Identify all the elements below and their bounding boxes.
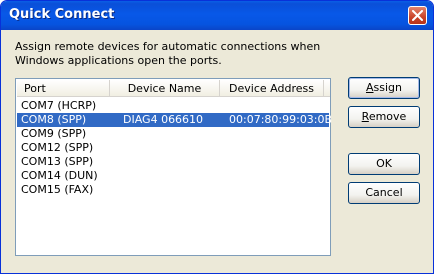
port-cell: COM8 (SPP) <box>21 113 87 126</box>
port-row[interactable]: COM13 (SPP) <box>17 155 329 169</box>
close-icon <box>412 10 423 21</box>
port-cell: COM7 (HCRP) <box>21 99 97 112</box>
title-bar[interactable]: Quick Connect <box>1 1 433 30</box>
column-header-device-name[interactable]: Device Name <box>110 80 220 97</box>
remove-accelerator: R <box>361 110 369 123</box>
port-cell: COM13 (SPP) <box>21 155 94 168</box>
column-header-port[interactable]: Port <box>17 80 110 97</box>
port-list-rows: COM7 (HCRP) COM8 (SPP) DIAG4 066610 00:07:8… <box>17 99 333 197</box>
assign-accelerator: A <box>365 81 374 94</box>
remove-label: emove <box>368 110 407 123</box>
port-cell: COM15 (FAX) <box>21 183 94 196</box>
port-cell: COM14 (DUN) <box>21 169 98 182</box>
port-row[interactable]: COM8 (SPP) DIAG4 066610 00:07:80:99:03:0B <box>17 113 333 127</box>
port-row[interactable]: COM14 (DUN) <box>17 169 329 183</box>
port-row[interactable]: COM9 (SPP) <box>17 127 329 141</box>
column-header-filler <box>324 80 330 97</box>
device-name-cell: DIAG4 066610 <box>123 113 204 126</box>
ok-button[interactable]: OK <box>348 153 420 175</box>
column-header-device-address[interactable]: Device Address <box>220 80 324 97</box>
port-cell: COM9 (SPP) <box>21 127 87 140</box>
close-button[interactable] <box>408 6 427 25</box>
dialog-description: Assign remote devices for automatic conn… <box>15 40 321 67</box>
port-row[interactable]: COM15 (FAX) <box>17 183 329 197</box>
quick-connect-dialog: Quick Connect Assign remote devices for … <box>0 0 434 274</box>
port-list[interactable]: Port Device Name Device Address COM7 (HC… <box>15 78 333 256</box>
cancel-button[interactable]: Cancel <box>348 182 420 204</box>
port-row[interactable]: COM7 (HCRP) <box>17 99 329 113</box>
port-row[interactable]: COM12 (SPP) <box>17 141 329 155</box>
port-cell: COM12 (SPP) <box>21 141 94 154</box>
remove-button[interactable]: Remove <box>348 106 420 128</box>
device-address-cell: 00:07:80:99:03:0B <box>229 113 333 126</box>
assign-button[interactable]: Assign <box>348 77 420 99</box>
window-title: Quick Connect <box>9 7 115 22</box>
assign-label: ssign <box>373 81 402 94</box>
